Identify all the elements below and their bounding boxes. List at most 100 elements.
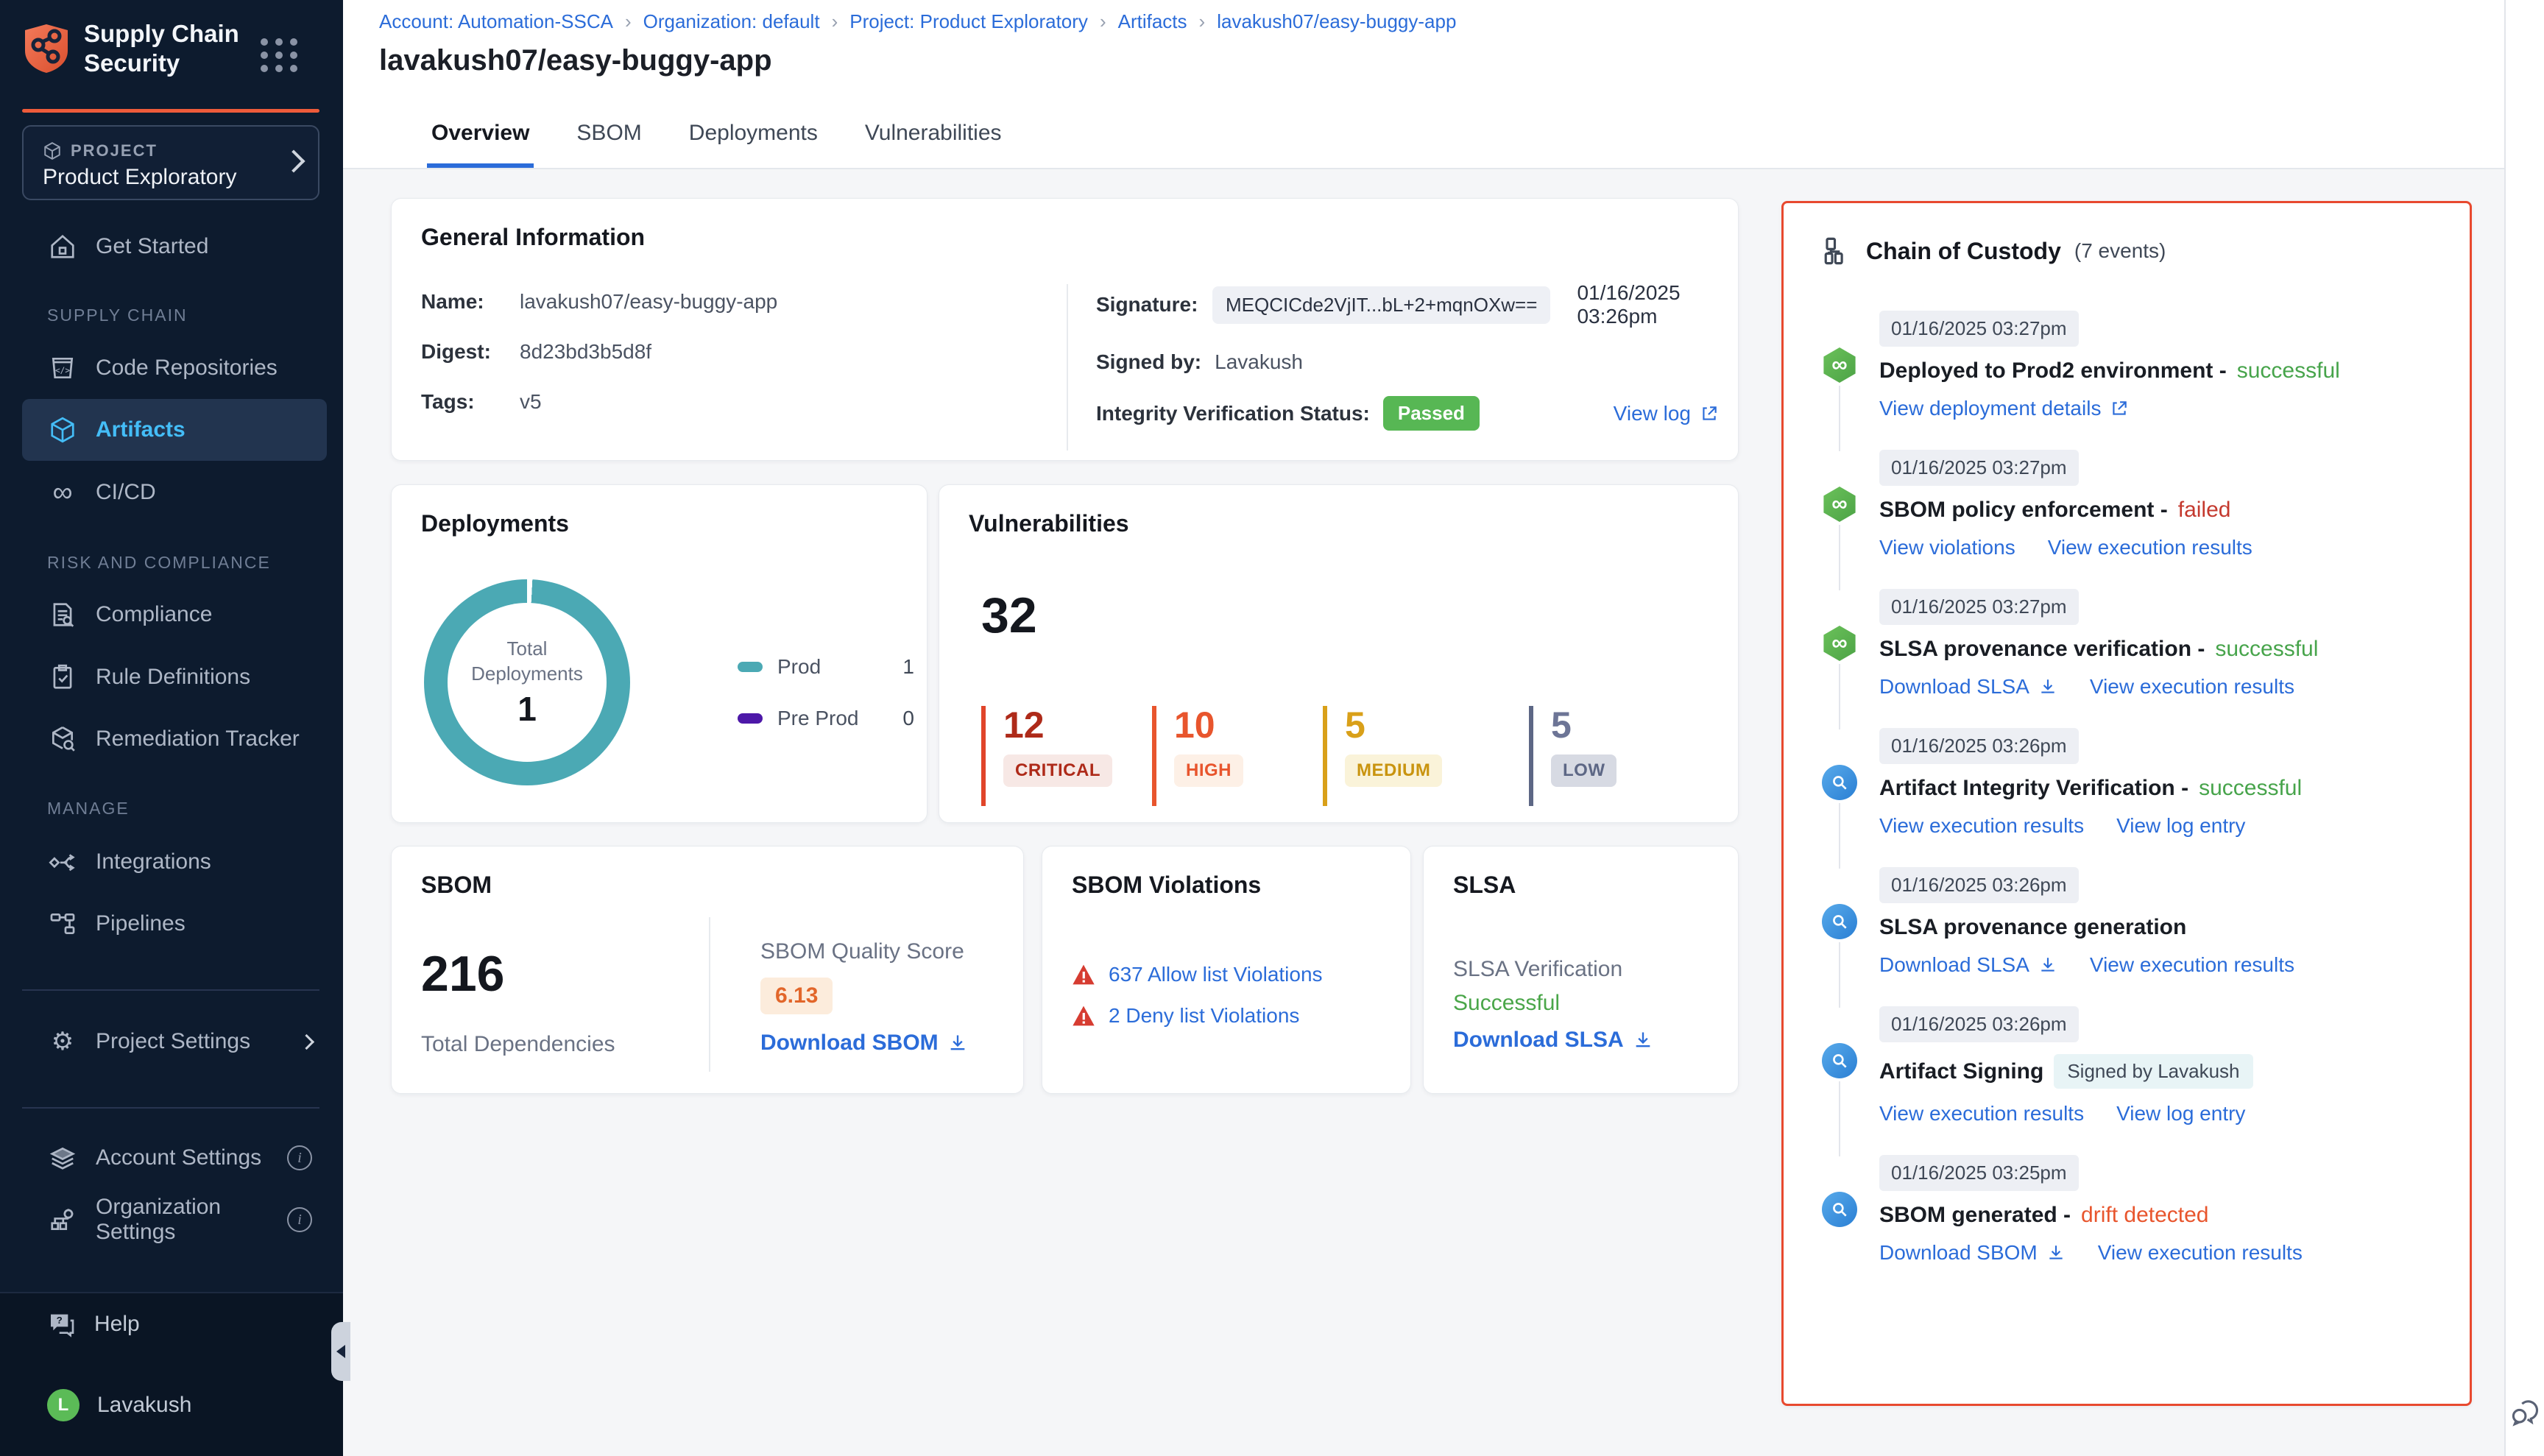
breadcrumb-organization[interactable]: Organization: default — [643, 10, 850, 33]
tab-vulnerabilities[interactable]: Vulnerabilities — [861, 121, 1006, 168]
view-execution-results-link[interactable]: View execution results — [2098, 1241, 2303, 1265]
severity-low: 5 LOW — [1529, 706, 1616, 806]
name-value: lavakush07/easy-buggy-app — [520, 290, 777, 314]
event-title: SLSA provenance verification - — [1879, 637, 2205, 662]
sidebar-item-artifacts[interactable]: Artifacts — [22, 399, 327, 461]
sidebar-item-label: Pipelines — [96, 911, 186, 936]
breadcrumb-project[interactable]: Project: Product Exploratory — [849, 10, 1117, 33]
sidebar-item-get-started[interactable]: Get Started — [22, 216, 327, 278]
sidebar-item-project-settings[interactable]: ⚙ Project Settings — [22, 1011, 327, 1072]
card-title: Vulnerabilities — [969, 510, 1129, 537]
svg-text:?: ? — [57, 1315, 63, 1326]
download-icon — [2038, 677, 2057, 696]
deployments-donut-chart: Total Deployments 1 — [424, 579, 630, 785]
legend-value: 0 — [902, 707, 914, 730]
card-title: Deployments — [421, 510, 569, 537]
breadcrumb-current[interactable]: lavakush07/easy-buggy-app — [1217, 10, 1456, 33]
event-status: failed — [2178, 498, 2231, 523]
tab-overview[interactable]: Overview — [427, 121, 534, 168]
app-switcher-icon[interactable] — [261, 38, 299, 72]
view-log-link[interactable]: View log — [1614, 402, 1719, 425]
tab-deployments[interactable]: Deployments — [685, 121, 822, 168]
help-button[interactable]: ? Help — [47, 1310, 140, 1339]
breadcrumb-artifacts[interactable]: Artifacts — [1118, 10, 1218, 33]
gear-icon: ⚙ — [47, 1026, 78, 1057]
vulnerabilities-card: Vulnerabilities 32 12 CRITICAL 10 HIGH 5… — [939, 484, 1739, 823]
scan-event-icon — [1822, 904, 1857, 939]
sidebar-item-label: Code Repositories — [96, 356, 278, 381]
status-badge-passed: Passed — [1383, 396, 1480, 431]
sbom-card: SBOM 216 Total Dependencies SBOM Quality… — [391, 846, 1024, 1094]
help-chat-icon: ? — [47, 1310, 77, 1339]
sidebar-item-integrations[interactable]: Integrations — [22, 831, 327, 893]
breadcrumb-account[interactable]: Account: Automation-SSCA — [379, 10, 643, 33]
sidebar-item-label: Project Settings — [96, 1029, 250, 1054]
view-violations-link[interactable]: View violations — [1879, 536, 2015, 559]
sidebar-item-label: Organization Settings — [96, 1195, 269, 1245]
download-icon — [1633, 1030, 1653, 1050]
project-selector[interactable]: PROJECT Product Exploratory — [22, 125, 319, 200]
sidebar-item-label: Artifacts — [96, 417, 186, 442]
tab-sbom[interactable]: SBOM — [572, 121, 646, 168]
link-label: View deployment details — [1879, 397, 2101, 420]
view-deployment-details-link[interactable]: View deployment details — [1879, 397, 2129, 420]
sidebar-item-label: Get Started — [96, 234, 208, 259]
low-count: 5 — [1551, 706, 1616, 744]
download-slsa-link[interactable]: Download SLSA — [1879, 953, 2057, 977]
help-label: Help — [94, 1312, 140, 1337]
download-slsa-link[interactable]: Download SLSA — [1879, 675, 2057, 699]
sidebar-item-account-settings[interactable]: Account Settings i — [22, 1127, 327, 1189]
severity-high: 10 HIGH — [1152, 706, 1243, 806]
sidebar-item-compliance[interactable]: Compliance — [22, 584, 327, 646]
support-chat-icon[interactable] — [2509, 1397, 2541, 1430]
view-execution-results-link[interactable]: View execution results — [2048, 536, 2252, 559]
view-log-entry-link[interactable]: View log entry — [2116, 1102, 2245, 1125]
download-slsa-link[interactable]: Download SLSA — [1453, 1028, 1653, 1053]
project-name: Product Exploratory — [43, 165, 236, 190]
event-title: Artifact Integrity Verification - — [1879, 776, 2188, 801]
user-menu[interactable]: L Lavakush — [47, 1389, 191, 1421]
deny-list-violations-link[interactable]: 2 Deny list Violations — [1109, 1004, 1299, 1028]
view-execution-results-link[interactable]: View execution results — [1879, 1102, 2084, 1125]
info-icon[interactable]: i — [287, 1145, 312, 1170]
sidebar-item-cicd[interactable]: ∞ CI/CD — [22, 462, 327, 523]
event-title: Artifact Signing — [1879, 1059, 2043, 1084]
view-execution-results-link[interactable]: View execution results — [2090, 953, 2294, 977]
sidebar-item-organization-settings[interactable]: Organization Settings i — [22, 1189, 327, 1251]
sidebar-collapse-handle[interactable] — [331, 1322, 350, 1381]
infinity-icon: ∞ — [47, 477, 78, 508]
medium-badge: MEDIUM — [1345, 754, 1442, 787]
events-count: (7 events) — [2074, 239, 2166, 263]
page-title: lavakush07/easy-buggy-app — [379, 44, 772, 77]
vertical-divider — [709, 917, 710, 1072]
sidebar-item-pipelines[interactable]: Pipelines — [22, 893, 327, 955]
sidebar-item-label: Remediation Tracker — [96, 727, 300, 752]
box-wrench-icon — [47, 724, 78, 754]
chain-of-custody-panel: Chain of Custody (7 events) ∞ 01/16/2025… — [1781, 201, 2472, 1406]
sidebar-item-remediation-tracker[interactable]: Remediation Tracker — [22, 708, 327, 770]
home-icon — [47, 231, 78, 262]
harness-shield-logo — [22, 23, 71, 74]
slsa-verification-status: Successful — [1453, 991, 1560, 1016]
vertical-divider — [1067, 284, 1068, 450]
info-icon[interactable]: i — [287, 1207, 312, 1232]
deployments-legend: Prod 1 Pre Prod 0 — [738, 641, 914, 744]
total-dependencies-value: 216 — [421, 945, 504, 1003]
event-title: SLSA provenance generation — [1879, 915, 2186, 940]
event-timestamp: 01/16/2025 03:26pm — [1879, 728, 2079, 764]
signature-date: 01/16/2025 03:26pm — [1577, 281, 1719, 328]
document-search-icon — [47, 599, 78, 630]
scan-event-icon — [1822, 1192, 1857, 1227]
sidebar-item-code-repositories[interactable]: </> Code Repositories — [22, 337, 327, 399]
download-sbom-link[interactable]: Download SBOM — [760, 1031, 968, 1056]
download-sbom-link[interactable]: Download SBOM — [1879, 1241, 2066, 1265]
allow-list-violations-link[interactable]: 637 Allow list Violations — [1109, 963, 1323, 986]
app-title: Supply Chain Security — [84, 19, 239, 78]
view-log-entry-link[interactable]: View log entry — [2116, 814, 2245, 838]
view-execution-results-link[interactable]: View execution results — [2090, 675, 2294, 699]
view-execution-results-link[interactable]: View execution results — [1879, 814, 2084, 838]
main-area: Account: Automation-SSCA Organization: d… — [343, 0, 2544, 1456]
sidebar-item-rule-definitions[interactable]: Rule Definitions — [22, 646, 327, 708]
custody-event-2: ∞ 01/16/2025 03:27pm SBOM policy enforce… — [1822, 450, 2443, 589]
event-title: SBOM generated - — [1879, 1203, 2071, 1228]
